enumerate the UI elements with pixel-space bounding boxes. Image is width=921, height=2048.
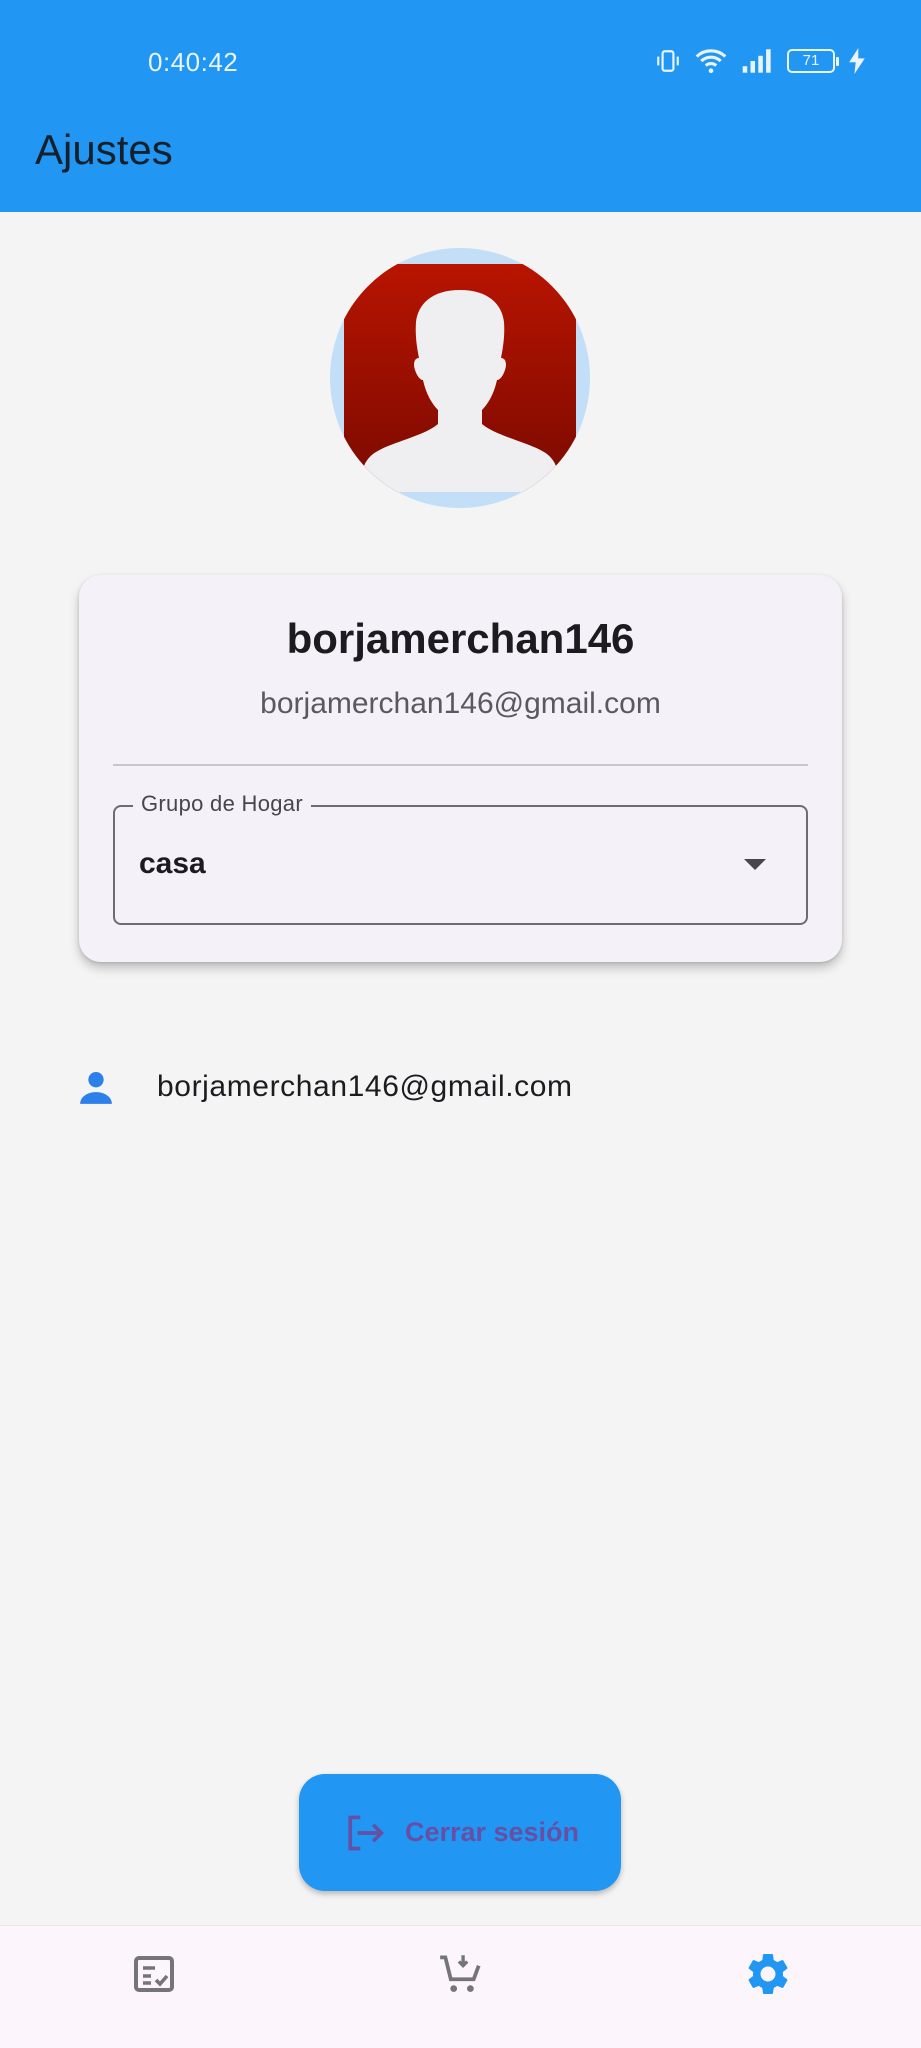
dropdown-label: Grupo de Hogar	[133, 791, 311, 817]
checklist-icon	[133, 1955, 174, 1992]
dropdown-arrow-icon	[744, 859, 766, 870]
dropdown-selected-value: casa	[139, 847, 206, 880]
account-list-tile[interactable]: borjamerchan146@gmail.com	[0, 1050, 921, 1130]
charging-icon	[849, 48, 865, 74]
person-icon	[80, 1072, 112, 1104]
profile-card: borjamerchan146 borjamerchan146@gmail.co…	[79, 575, 842, 962]
household-group-dropdown[interactable]: Grupo de Hogar casa	[113, 791, 808, 925]
divider	[113, 764, 808, 766]
logout-label: Cerrar sesión	[404, 1817, 580, 1847]
settings-screen: 0:40:42 71 Ajustes borjamerchan146 borja…	[0, 0, 921, 2048]
settings-icon	[748, 1953, 787, 1994]
battery-indicator: 71	[787, 49, 839, 73]
nav-item-checklist[interactable]	[0, 1912, 307, 2035]
logout-icon	[348, 1815, 384, 1850]
avatar[interactable]	[330, 248, 590, 508]
account-email: borjamerchan146@gmail.com	[157, 1070, 573, 1103]
status-time: 0:40:42	[148, 47, 239, 77]
nav-item-cart[interactable]	[307, 1912, 614, 2035]
wifi-icon	[695, 49, 727, 74]
cart-icon	[439, 1954, 480, 1992]
username: borjamerchan146	[286, 615, 635, 662]
signal-icon	[742, 49, 771, 73]
user-email: borjamerchan146@gmail.com	[260, 687, 661, 720]
logout-button[interactable]: Cerrar sesión	[299, 1774, 621, 1891]
nav-item-settings[interactable]	[614, 1912, 921, 2035]
page-title: Ajustes	[35, 126, 173, 173]
vibrate-icon	[657, 50, 679, 72]
app-bar: 0:40:42 71 Ajustes	[0, 0, 921, 212]
status-icons: 71	[655, 44, 865, 78]
bottom-navigation	[0, 1925, 921, 2048]
avatar-silhouette-icon	[344, 264, 576, 492]
